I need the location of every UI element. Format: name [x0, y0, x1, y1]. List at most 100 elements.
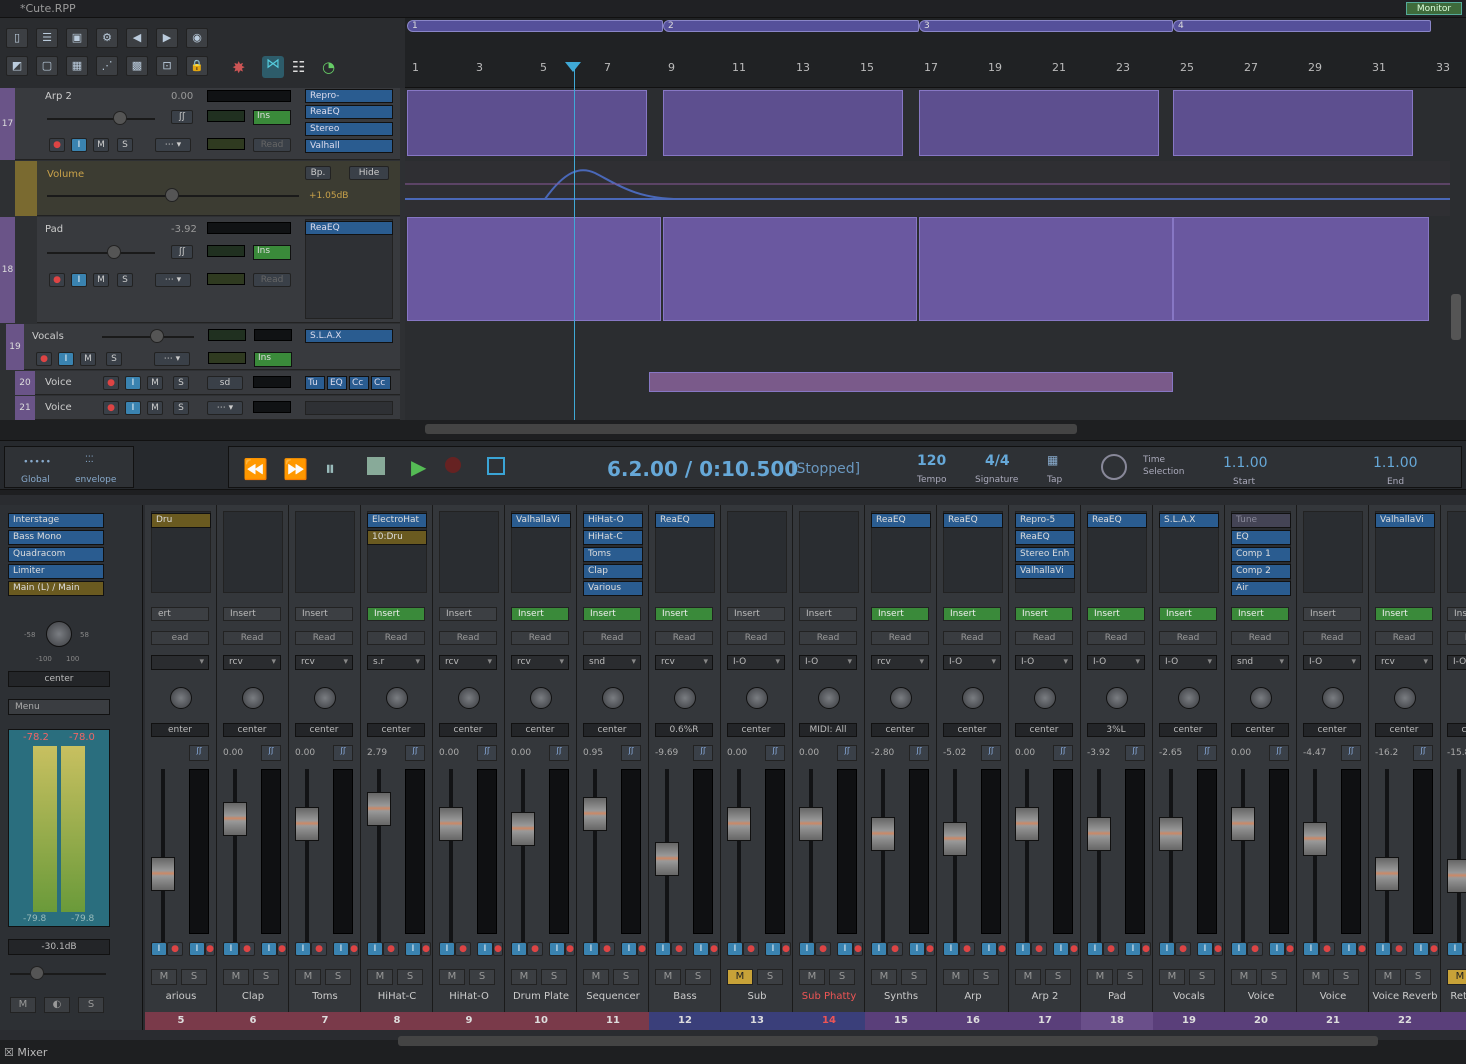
fader-handle[interactable]: [871, 817, 895, 851]
pan-knob[interactable]: [242, 687, 264, 709]
mute-button[interactable]: M: [295, 969, 321, 985]
mute-button[interactable]: M: [1375, 969, 1401, 985]
fader-handle[interactable]: [439, 807, 463, 841]
automation-mode[interactable]: Read: [253, 273, 291, 287]
fx-slot[interactable]: Cc: [349, 376, 369, 390]
record-arm-button[interactable]: ●: [959, 942, 975, 956]
fx-box[interactable]: [727, 511, 787, 593]
phase-button[interactable]: I: [765, 942, 781, 956]
master-volume-handle[interactable]: [30, 966, 44, 980]
routing-dropdown[interactable]: ⋯ ▾: [207, 401, 243, 415]
group-icon[interactable]: ▦: [66, 56, 88, 76]
volume-slider[interactable]: [47, 252, 155, 254]
mixer-icon[interactable]: ☷: [292, 58, 305, 76]
mute-button[interactable]: M: [583, 969, 609, 985]
mute-button[interactable]: M: [1447, 969, 1466, 985]
envelope-button[interactable]: ʃʃ: [477, 745, 497, 761]
solo-button[interactable]: S: [106, 352, 122, 366]
envelope-button[interactable]: ʃʃ: [981, 745, 1001, 761]
pan-value[interactable]: center: [295, 723, 353, 737]
automation-mode[interactable]: ead: [151, 631, 209, 645]
strip-number[interactable]: 5: [145, 1012, 217, 1030]
routing-dropdown[interactable]: I-O▾: [943, 655, 1001, 670]
input-monitor-button[interactable]: I: [1303, 942, 1319, 956]
envelope-lane-handle[interactable]: [15, 161, 37, 216]
record-arm-button[interactable]: ●: [49, 138, 65, 152]
mute-button[interactable]: M: [223, 969, 249, 985]
volume-envelope-curve[interactable]: [405, 161, 1450, 216]
record-button[interactable]: ●: [205, 942, 215, 956]
strip-number[interactable]: 10: [505, 1012, 577, 1030]
envelope-button[interactable]: ʃʃ: [1053, 745, 1073, 761]
insert-button[interactable]: Insert: [1159, 607, 1217, 621]
fader-handle[interactable]: [655, 842, 679, 876]
phase-button[interactable]: I: [477, 942, 493, 956]
input-monitor-button[interactable]: I: [125, 401, 141, 415]
insert-button[interactable]: Insert: [655, 607, 713, 621]
insert-button[interactable]: Insert: [1447, 607, 1466, 621]
record-button[interactable]: ●: [1141, 942, 1151, 956]
record-arm-button[interactable]: ●: [36, 352, 52, 366]
solo-button[interactable]: S: [253, 969, 279, 985]
mute-button[interactable]: M: [439, 969, 465, 985]
input-monitor-button[interactable]: I: [511, 942, 527, 956]
pan-knob[interactable]: [746, 687, 768, 709]
input-monitor-button[interactable]: I: [71, 273, 87, 287]
automation-mode[interactable]: Read: [1303, 631, 1361, 645]
input-monitor-button[interactable]: I: [943, 942, 959, 956]
pan-value[interactable]: center: [1015, 723, 1073, 737]
solo-button[interactable]: S: [1333, 969, 1359, 985]
volume-slider[interactable]: [102, 336, 194, 338]
lock-icon[interactable]: 🔒: [186, 56, 208, 76]
fader-handle[interactable]: [1303, 822, 1327, 856]
routing-dropdown[interactable]: rcv ▾: [223, 655, 281, 670]
envelope-button[interactable]: ʃʃ: [549, 745, 569, 761]
strip-number[interactable]: 21: [1297, 1012, 1369, 1030]
audio-item[interactable]: [663, 217, 917, 321]
record-arm-button[interactable]: ●: [815, 942, 831, 956]
pan-knob[interactable]: [602, 687, 624, 709]
phase-button[interactable]: I: [261, 942, 277, 956]
audio-item-voice[interactable]: [649, 372, 1173, 392]
fx-box[interactable]: [799, 511, 859, 593]
fx-browser-icon[interactable]: ✸: [232, 58, 245, 77]
fx-slot[interactable]: ReaEQ: [943, 513, 1003, 528]
record-button[interactable]: ●: [709, 942, 719, 956]
strip-number[interactable]: 17: [1009, 1012, 1081, 1030]
input-monitor-button[interactable]: I: [799, 942, 815, 956]
strip-name[interactable]: Sub: [721, 991, 793, 1002]
tap-icon[interactable]: ▦: [1047, 453, 1058, 467]
pan-value[interactable]: center: [223, 723, 281, 737]
strip-number[interactable]: 15: [865, 1012, 937, 1030]
region-marker[interactable]: 1: [407, 20, 663, 32]
fader-handle[interactable]: [1231, 807, 1255, 841]
routing-dropdown[interactable]: I-O▾: [1447, 655, 1466, 670]
fader-handle[interactable]: [583, 797, 607, 831]
envelope-button[interactable]: ʃʃ: [909, 745, 929, 761]
fx-slot[interactable]: Valhall: [305, 139, 393, 153]
record-button[interactable]: ●: [1357, 942, 1367, 956]
tempo-value[interactable]: 120: [917, 453, 946, 469]
insert-button[interactable]: Insert: [367, 607, 425, 621]
envelope-button[interactable]: ʃʃ: [693, 745, 713, 761]
envelope-button[interactable]: ʃʃ: [621, 745, 641, 761]
routing-dropdown[interactable]: s.r ▾: [367, 655, 425, 670]
solo-button[interactable]: S: [397, 969, 423, 985]
routing-dropdown[interactable]: rcv ▾: [655, 655, 713, 670]
strip-name[interactable]: HiHat-C: [361, 991, 433, 1002]
mixer-scrollbar[interactable]: [398, 1036, 1378, 1046]
pan-value[interactable]: MIDI: All: [799, 723, 857, 737]
region-marker[interactable]: 2: [663, 20, 919, 32]
strip-name[interactable]: Clap: [217, 991, 289, 1002]
solo-button[interactable]: S: [325, 969, 351, 985]
input-monitor-button[interactable]: I: [223, 942, 239, 956]
record-arm-button[interactable]: ●: [167, 942, 183, 956]
fx-slot[interactable]: Repro-: [305, 89, 393, 103]
input-monitor-button[interactable]: I: [1159, 942, 1175, 956]
strip-number[interactable]: 7: [289, 1012, 361, 1030]
record-button[interactable]: ●: [349, 942, 359, 956]
fx-slot[interactable]: Stereo: [305, 122, 393, 136]
strip-name[interactable]: Pad: [1081, 991, 1153, 1002]
fader-handle[interactable]: [1015, 807, 1039, 841]
track-number[interactable]: 18: [0, 217, 15, 323]
